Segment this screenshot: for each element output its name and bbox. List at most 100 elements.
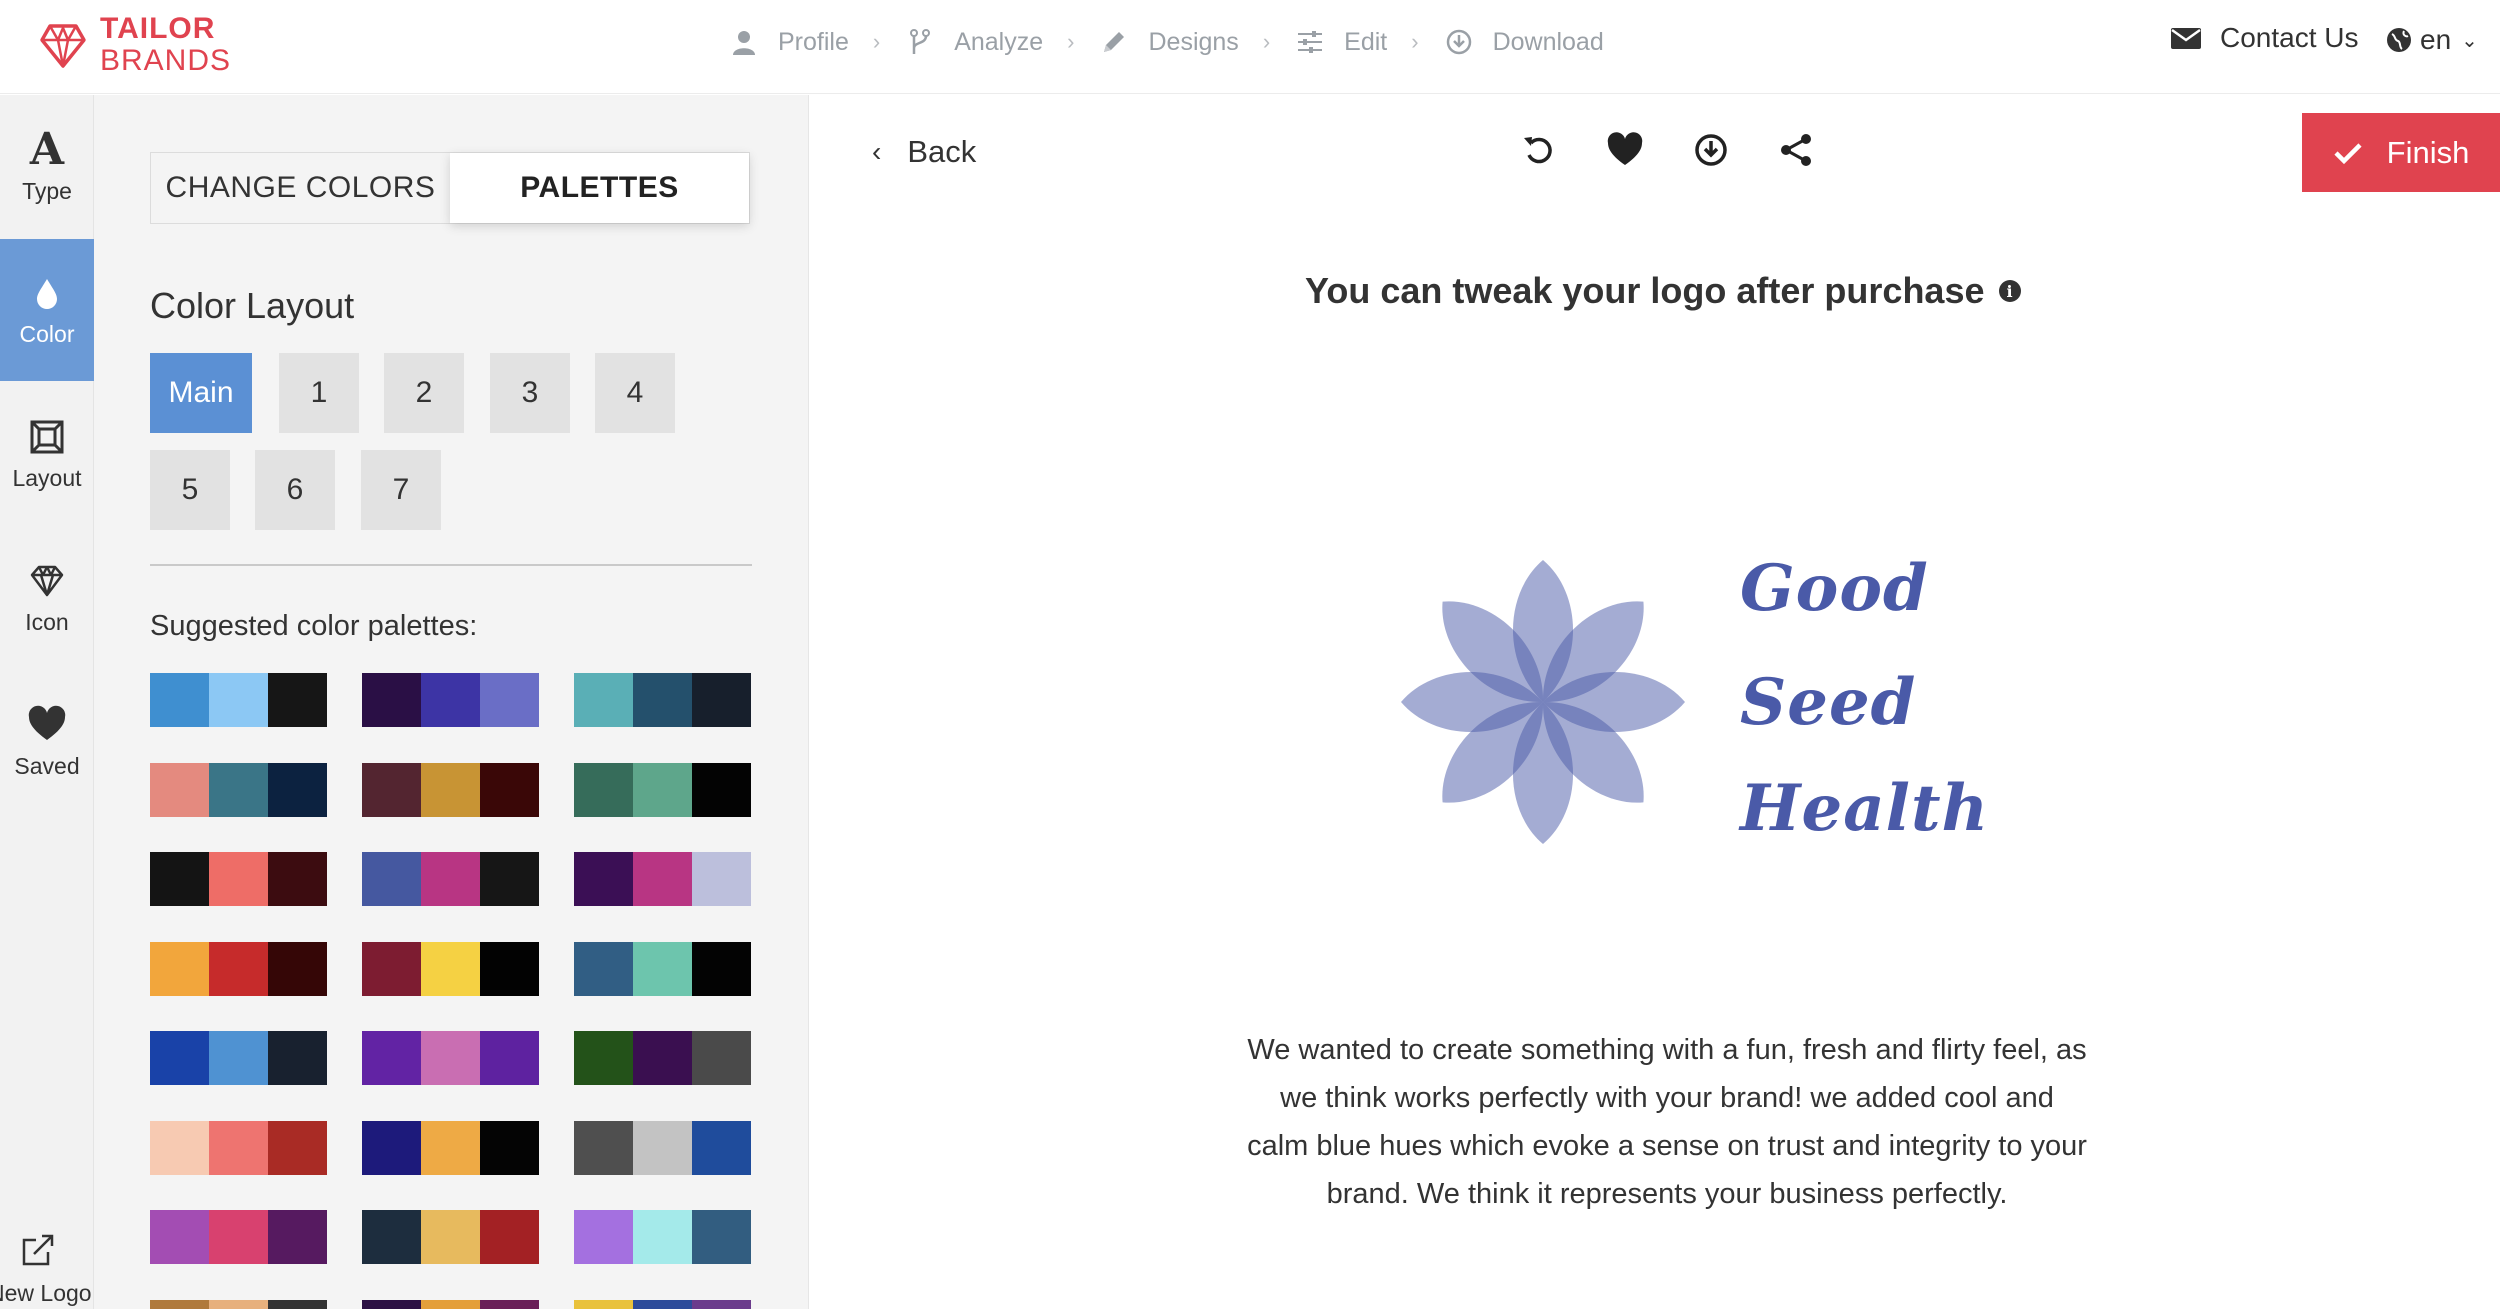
palette-color (150, 673, 209, 727)
layout-option-4[interactable]: 4 (595, 353, 675, 433)
palette-color (633, 1120, 692, 1175)
palette-color (209, 1120, 268, 1175)
tailor-brands-logo[interactable]: TAILOR BRANDS (36, 14, 231, 76)
palette-color (150, 1210, 209, 1264)
logo-preview[interactable]: Good Seed Health (1390, 545, 1988, 865)
palette-swatch[interactable] (150, 673, 327, 727)
layout-option-1[interactable]: 1 (279, 353, 359, 433)
rail-item-saved[interactable]: Saved (0, 671, 94, 813)
palette-color (268, 762, 327, 817)
rail-item-layout[interactable]: Layout (0, 383, 94, 525)
palette-swatch[interactable] (362, 762, 539, 817)
palette-swatch[interactable] (574, 1120, 751, 1175)
brand-name-line2: BRANDS (100, 44, 232, 77)
heart-icon[interactable] (1606, 131, 1644, 169)
palette-color (209, 762, 268, 817)
palette-swatch[interactable] (362, 1299, 539, 1309)
palette-color (480, 852, 539, 906)
palette-color (633, 1299, 692, 1309)
language-value: en (2420, 24, 2452, 55)
palette-swatch[interactable] (150, 1299, 327, 1309)
step-label: Analyze (954, 27, 1044, 56)
palette-color (480, 1299, 539, 1309)
palette-swatch[interactable] (362, 673, 539, 727)
layout-option-7[interactable]: 7 (361, 450, 441, 530)
rail-item-color[interactable]: Color (0, 239, 94, 381)
palette-swatch[interactable] (574, 1031, 751, 1085)
palette-swatch[interactable] (362, 941, 539, 996)
info-icon[interactable]: i (1998, 280, 2021, 302)
step-analyze[interactable]: Analyze › (906, 28, 1074, 57)
chevron-right-icon: › (1067, 29, 1075, 54)
palette-swatch[interactable] (574, 1210, 751, 1264)
palette-color (268, 1120, 327, 1175)
palette-color (150, 1299, 209, 1309)
palette-color (480, 762, 539, 817)
step-label: Download (1492, 27, 1604, 56)
palette-swatch[interactable] (362, 852, 539, 906)
palette-color (692, 941, 751, 996)
finish-button[interactable]: Finish (2302, 113, 2500, 192)
palette-swatch[interactable] (362, 1120, 539, 1175)
palette-swatch[interactable] (574, 1299, 751, 1309)
palette-swatch[interactable] (150, 1031, 327, 1085)
palette-color (268, 941, 327, 996)
tab-change-colors[interactable]: CHANGE COLORS (151, 153, 450, 223)
palette-swatch[interactable] (150, 852, 327, 906)
palette-color (692, 1299, 751, 1309)
palette-color (692, 762, 751, 817)
palette-swatch[interactable] (150, 941, 327, 996)
palette-swatch[interactable] (150, 1210, 327, 1264)
step-profile[interactable]: Profile › (730, 28, 880, 57)
rail-item-label: Layout (12, 464, 82, 491)
tab-palettes[interactable]: PALETTES (450, 153, 749, 223)
section-divider (150, 564, 752, 566)
language-selector[interactable]: en ⌄ (2386, 24, 2478, 56)
palette-swatch[interactable] (362, 1031, 539, 1085)
palette-color (268, 1299, 327, 1309)
rail-item-label: Icon (25, 608, 69, 635)
type-icon: A (29, 123, 65, 175)
palette-swatch[interactable] (574, 852, 751, 906)
layout-option-6[interactable]: 6 (255, 450, 335, 530)
palette-color (150, 852, 209, 906)
palette-color (480, 941, 539, 996)
globe-icon (2387, 28, 2411, 52)
layout-option-2[interactable]: 2 (384, 353, 464, 433)
palette-color (574, 1120, 633, 1175)
palette-color (692, 1120, 751, 1175)
palette-swatch[interactable] (574, 941, 751, 996)
rail-item-type[interactable]: A Type (0, 95, 94, 237)
palette-color (633, 762, 692, 817)
palette-swatch[interactable] (362, 1210, 539, 1264)
palette-color (421, 852, 480, 906)
layout-option-3[interactable]: 3 (490, 353, 570, 433)
palette-color (692, 1031, 751, 1085)
download-icon[interactable] (1692, 131, 1730, 169)
back-button[interactable]: ‹ Back (872, 134, 976, 170)
layout-option-5[interactable]: 5 (150, 450, 230, 530)
palette-swatch[interactable] (150, 762, 327, 817)
step-designs[interactable]: Designs › (1100, 28, 1270, 57)
palette-color (209, 852, 268, 906)
palette-color (574, 673, 633, 727)
palette-swatch[interactable] (574, 673, 751, 727)
logo-word-good: Good (1740, 551, 1929, 626)
rail-item-icon[interactable]: Icon (0, 527, 94, 669)
contact-us-link[interactable]: Contact Us (2170, 22, 2359, 54)
step-download[interactable]: Download (1445, 28, 1604, 57)
layout-option-main[interactable]: Main (150, 353, 252, 433)
palette-color (633, 1210, 692, 1264)
palette-swatch[interactable] (150, 1120, 327, 1175)
palette-color (480, 1031, 539, 1085)
undo-icon[interactable] (1520, 131, 1558, 169)
palette-color (421, 1299, 480, 1309)
palette-swatch[interactable] (574, 762, 751, 817)
step-edit[interactable]: Edit › (1296, 28, 1419, 57)
palette-color (268, 852, 327, 906)
new-logo-button[interactable]: New Logo (0, 1222, 94, 1309)
rail-item-label: Saved (14, 752, 80, 779)
chevron-left-icon: ‹ (872, 136, 882, 167)
share-icon[interactable] (1777, 131, 1815, 169)
palette-color (421, 941, 480, 996)
